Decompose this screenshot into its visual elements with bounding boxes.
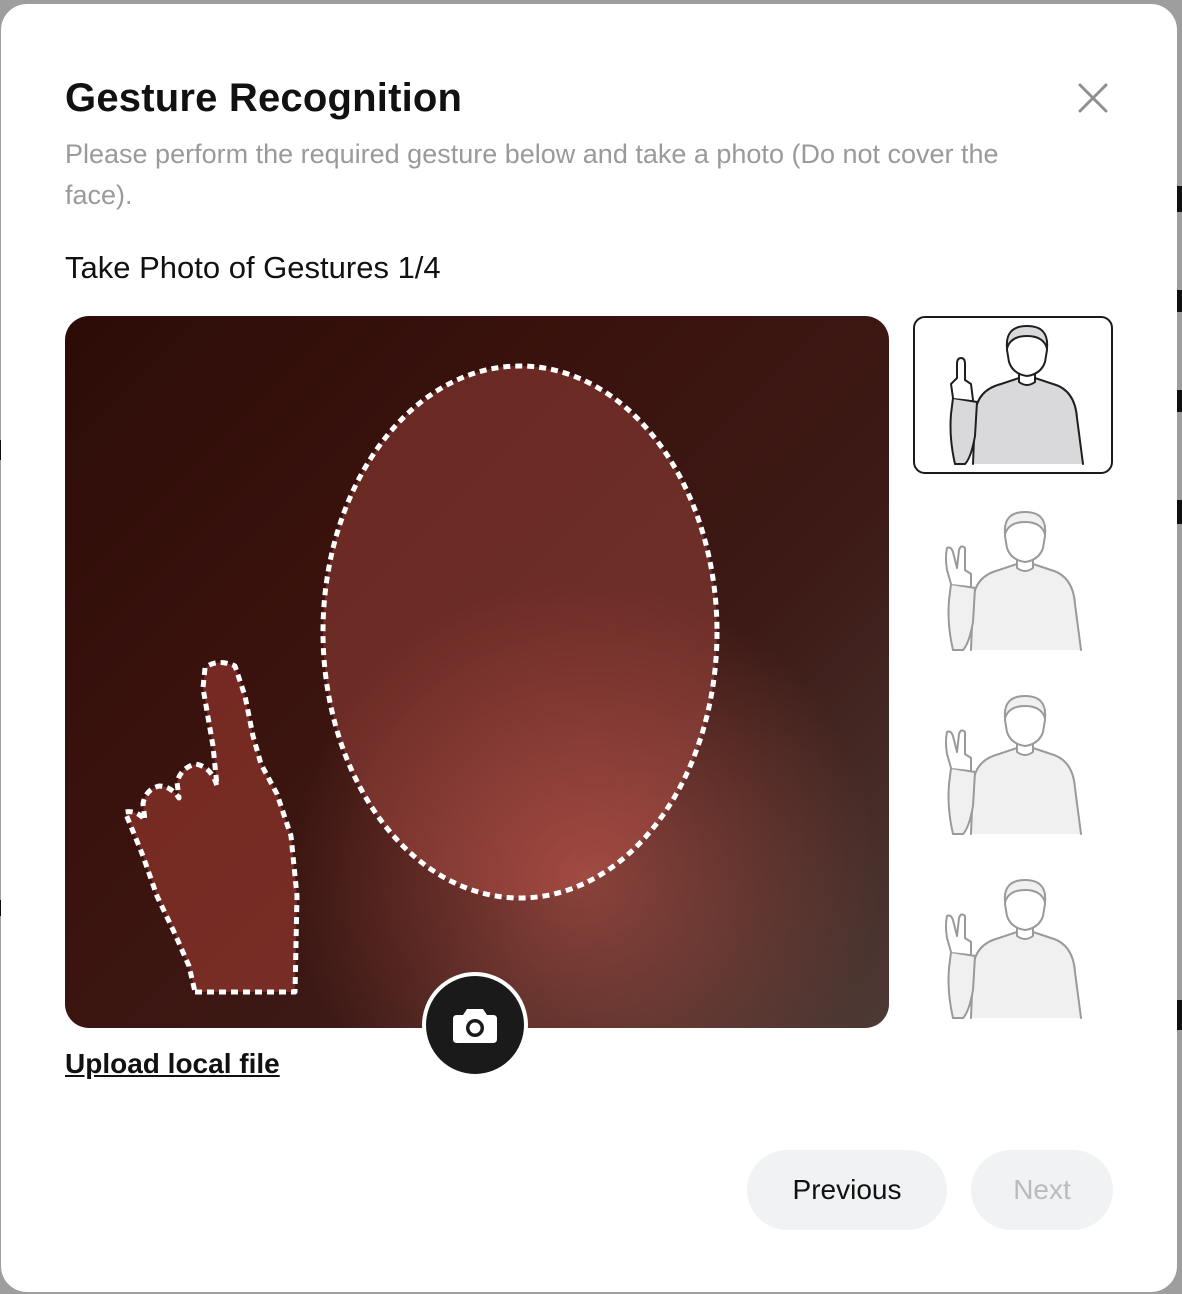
v-sign-gesture-icon bbox=[945, 511, 1082, 651]
v-sign-gesture-icon bbox=[945, 879, 1082, 1019]
step-heading: Take Photo of Gestures 1/4 bbox=[65, 250, 441, 285]
face-guide-oval bbox=[320, 363, 720, 901]
v-sign-gesture-icon bbox=[945, 695, 1082, 835]
close-button[interactable] bbox=[1073, 78, 1113, 118]
previous-button[interactable]: Previous bbox=[747, 1150, 947, 1230]
gesture-thumbnail-1[interactable] bbox=[913, 316, 1113, 474]
gesture-thumbnail-2[interactable] bbox=[913, 500, 1113, 658]
dialog-title: Gesture Recognition bbox=[65, 76, 463, 120]
capture-photo-button[interactable] bbox=[422, 972, 528, 1078]
next-button[interactable]: Next bbox=[971, 1150, 1113, 1230]
gesture-thumbnail-3[interactable] bbox=[913, 684, 1113, 842]
camera-icon bbox=[453, 1009, 497, 1043]
camera-preview bbox=[65, 316, 889, 1028]
close-icon bbox=[1078, 83, 1108, 113]
index-finger-up-gesture-icon bbox=[949, 325, 1084, 465]
upload-local-file-link[interactable]: Upload local file bbox=[65, 1046, 280, 1082]
hand-guide-outline bbox=[122, 660, 300, 995]
gesture-recognition-dialog: Gesture Recognition Please perform the r… bbox=[1, 4, 1177, 1292]
dialog-instructions: Please perform the required gesture belo… bbox=[65, 139, 999, 210]
gesture-thumbnail-4[interactable] bbox=[913, 868, 1113, 1026]
